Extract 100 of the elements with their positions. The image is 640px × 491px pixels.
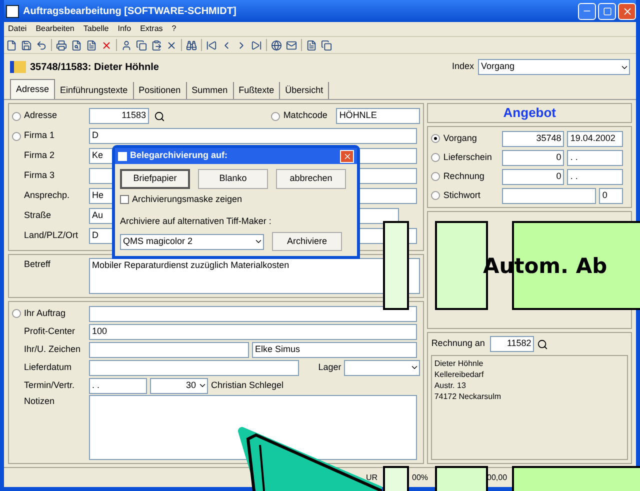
- stock-dropdown[interactable]: [344, 360, 420, 376]
- field-label: Firma 3: [24, 169, 56, 182]
- radio-button[interactable]: [431, 134, 440, 143]
- radio-button[interactable]: [12, 132, 21, 140]
- text-field[interactable]: Elke Simus: [252, 342, 417, 358]
- text-field[interactable]: 19.04.2002: [567, 130, 624, 146]
- field-label: Ihr Auftrag: [24, 306, 67, 320]
- lookup-icon[interactable]: [154, 110, 165, 122]
- radio-button[interactable]: [12, 309, 21, 318]
- field-label: Lager: [318, 360, 342, 374]
- tab[interactable]: Adresse: [10, 79, 56, 99]
- record-title: 35748/11583: Dieter Höhnle: [30, 60, 159, 74]
- text-field[interactable]: 0: [502, 168, 564, 184]
- toolbar-icon[interactable]: [271, 40, 282, 50]
- toolbar-icon[interactable]: [21, 40, 32, 50]
- dialog-button[interactable]: Briefpapier: [120, 169, 190, 189]
- subject-field[interactable]: Mobiler Reparaturdienst zuzüglich Materialkosten: [89, 258, 420, 294]
- text-field[interactable]: . .: [567, 168, 624, 184]
- field-label: Lieferschein: [443, 150, 493, 164]
- text-field[interactable]: 100: [89, 324, 417, 340]
- field-label: Lieferdatum: [24, 360, 73, 374]
- field-label: Straße: [24, 209, 52, 222]
- menu-item[interactable]: Datei: [8, 23, 27, 35]
- field-label: Firma 2: [24, 149, 56, 162]
- dialog-button[interactable]: Blanko: [198, 169, 268, 189]
- menu-item[interactable]: ?: [172, 23, 176, 35]
- toolbar-icon[interactable]: [36, 40, 47, 50]
- tab[interactable]: Einführungstexte: [55, 82, 134, 99]
- text-field[interactable]: 0: [502, 150, 564, 166]
- tab[interactable]: Fußtexte: [234, 82, 280, 99]
- text-field[interactable]: [502, 188, 596, 204]
- tab[interactable]: Summen: [186, 82, 234, 99]
- text-field[interactable]: [89, 360, 299, 376]
- text-field[interactable]: 11582: [490, 336, 534, 352]
- text-field[interactable]: 0: [599, 188, 624, 204]
- minimize-button[interactable]: [578, 2, 596, 20]
- radio-button[interactable]: [431, 191, 440, 200]
- toolbar-icon[interactable]: [286, 40, 297, 50]
- field-label: Rechnung: [443, 170, 486, 183]
- toolbar-icon[interactable]: [71, 40, 82, 50]
- status-text: 00%: [412, 472, 430, 484]
- close-button[interactable]: [340, 150, 354, 162]
- menu-item[interactable]: Tabelle: [83, 23, 109, 35]
- toolbar-icon[interactable]: [56, 40, 67, 50]
- menu-item[interactable]: Extras: [140, 23, 163, 35]
- printer-dropdown[interactable]: QMS magicolor 2: [120, 234, 264, 250]
- text-field[interactable]: 35748: [502, 130, 564, 146]
- checkbox[interactable]: [120, 195, 129, 204]
- app-icon: [118, 152, 127, 160]
- toolbar-icon[interactable]: [136, 40, 147, 50]
- toolbar-icon[interactable]: [6, 40, 17, 50]
- dialog-button[interactable]: abbrechen: [276, 169, 346, 189]
- text-field[interactable]: D: [89, 128, 417, 144]
- text-field[interactable]: 11583: [89, 108, 149, 124]
- lookup-icon[interactable]: [537, 338, 548, 350]
- toolbar-icon[interactable]: [101, 40, 112, 50]
- index-dropdown[interactable]: Vorgang: [478, 59, 630, 75]
- toolbar-icon[interactable]: [86, 40, 97, 50]
- radio-button[interactable]: [12, 112, 21, 120]
- toolbar-icon[interactable]: [321, 40, 332, 50]
- address-line: Austr. 13: [434, 380, 467, 391]
- toolbar-icon[interactable]: [186, 40, 197, 50]
- close-icon: [342, 152, 352, 160]
- toolbar-icon[interactable]: [306, 40, 317, 50]
- address-line: 74172 Neckarsulm: [434, 391, 502, 402]
- field-label: Notizen: [24, 395, 56, 408]
- field-label: Ihr/U. Zeichen: [24, 342, 82, 356]
- menu-item[interactable]: Info: [118, 23, 132, 35]
- field-label: Adresse: [24, 109, 58, 122]
- callout-box: [435, 466, 488, 491]
- days-spinner[interactable]: 30: [150, 378, 208, 394]
- field-label: Rechnung an: [431, 337, 486, 350]
- text-field[interactable]: HÖHNLE: [336, 108, 420, 124]
- text-field[interactable]: . .: [89, 378, 147, 394]
- dialog-title: Belegarchivierung auf:: [130, 149, 228, 162]
- maximize-button[interactable]: [598, 2, 616, 20]
- toolbar-icon[interactable]: [151, 40, 162, 50]
- index-label: Index: [452, 60, 474, 74]
- field-label: Firma 1: [24, 129, 56, 142]
- window-title: Auftragsbearbeitung [SOFTWARE-SCHMIDT]: [23, 4, 236, 18]
- toolbar-icon[interactable]: [166, 40, 177, 50]
- tab[interactable]: Übersicht: [280, 82, 330, 99]
- radio-button[interactable]: [431, 172, 440, 181]
- field-label: Termin/Vertr.: [24, 378, 76, 392]
- toolbar-icon[interactable]: [121, 40, 132, 50]
- close-button[interactable]: [618, 2, 636, 20]
- menu-item[interactable]: Bearbeiten: [36, 23, 74, 35]
- status-text: UR: [366, 472, 379, 484]
- archive-button[interactable]: Archiviere: [272, 232, 342, 251]
- toolbar-icon[interactable]: [251, 40, 262, 50]
- radio-button[interactable]: [271, 112, 280, 120]
- radio-button[interactable]: [431, 153, 440, 162]
- field-label: Profit-Center: [24, 324, 76, 338]
- text-field[interactable]: [89, 342, 249, 358]
- toolbar-icon[interactable]: [206, 40, 217, 50]
- notes-field[interactable]: [89, 395, 417, 460]
- text-field[interactable]: . .: [567, 150, 624, 166]
- text-field[interactable]: [89, 306, 417, 322]
- tab[interactable]: Positionen: [134, 82, 187, 99]
- alt-printer-label: Archiviere auf alternativen Tiff-Maker :: [120, 214, 272, 228]
